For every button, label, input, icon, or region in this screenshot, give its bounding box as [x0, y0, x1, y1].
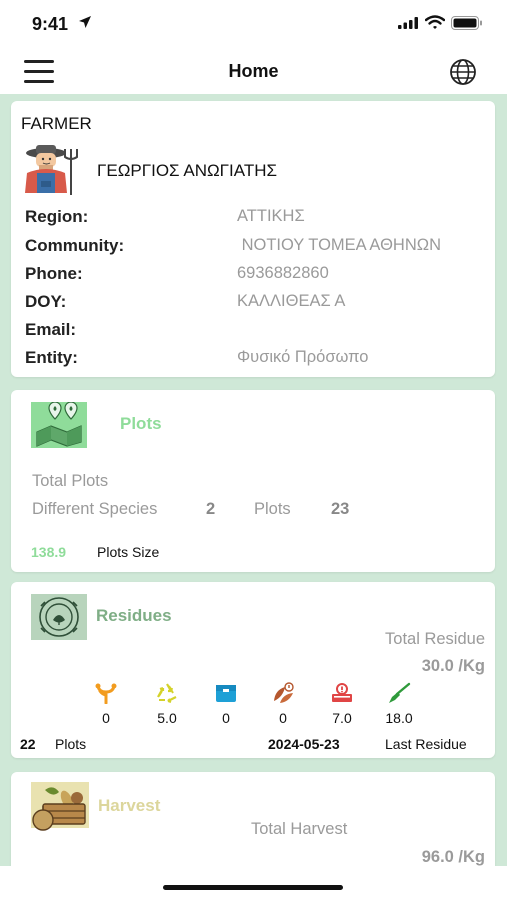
doy-label: DOY: — [25, 292, 67, 311]
battery-icon — [451, 16, 482, 30]
total-residue-label: Total Residue — [385, 630, 485, 648]
total-harvest-label: Total Harvest — [251, 820, 348, 838]
bottom-bar — [0, 866, 507, 900]
page-title: Home — [228, 61, 279, 81]
total-plots-label: Total Plots — [32, 472, 109, 490]
phone-row: Phone: 6936882860 — [25, 264, 485, 288]
entity-label: Entity: — [25, 348, 78, 367]
residue-value-leaves: 0 — [279, 710, 287, 726]
harvest-title: Harvest — [98, 796, 161, 815]
residue-value-recycle: 5.0 — [157, 710, 177, 726]
cellular-signal-icon — [398, 17, 418, 29]
plots-title: Plots — [120, 414, 162, 433]
region-row: Region: ΑΤΤΙΚΗΣ — [25, 207, 485, 231]
harvest-card[interactable]: Harvest Total Harvest 96.0 /Kg — [11, 772, 495, 866]
last-residue-date: 2024-05-23 — [268, 736, 340, 752]
total-residue-value: 30.0 /Kg — [421, 657, 485, 675]
last-residue-label: Last Residue — [385, 736, 467, 752]
phone-value: 6936882860 — [237, 264, 329, 282]
box-icon — [216, 685, 236, 702]
email-row: Email: — [25, 320, 485, 344]
residue-value-box: 0 — [222, 710, 230, 726]
farmer-name: ΓΕΩΡΓΙΟΣ ΑΝΩΓΙΑΤΗΣ — [97, 161, 278, 180]
different-species-value: 2 — [206, 500, 216, 518]
status-time: 9:41 — [32, 14, 69, 34]
community-row: Community: ΝΟΤΙΟΥ ΤΟΜΕΑ ΑΘΗΝΩΝ — [25, 236, 485, 260]
content-area: FARMER ΓΕΩΡΓΙΟΣ ΑΝΩΓΙΑΤΗΣ Region: ΑΤΤΙΚΗ… — [0, 94, 507, 866]
region-value: ΑΤΤΙΚΗΣ — [237, 207, 305, 225]
residue-value-crate: 7.0 — [332, 710, 352, 726]
globe-icon[interactable] — [449, 58, 477, 86]
crate-alert-icon — [332, 683, 352, 702]
different-species-label: Different Species — [32, 500, 158, 518]
plots-count-value: 23 — [331, 500, 350, 518]
doy-row: DOY: ΚΑΛΛΙΘΕΑΣ Α — [25, 292, 485, 316]
entity-row: Entity: Φυσικό Πρόσωπο — [25, 348, 485, 372]
harvest-basket-icon — [31, 782, 89, 831]
plots-card[interactable]: Plots Total Plots Different Species 2 Pl… — [11, 390, 495, 572]
residue-value-branch: 0 — [102, 710, 110, 726]
residues-cycle-icon — [31, 594, 87, 640]
plots-size-label: Plots Size — [97, 544, 160, 560]
wifi-icon — [425, 15, 445, 29]
region-label: Region: — [25, 207, 89, 226]
community-value: ΝΟΤΙΟΥ ΤΟΜΕΑ ΑΘΗΝΩΝ — [237, 236, 442, 254]
doy-value: ΚΑΛΛΙΘΕΑΣ Α — [237, 292, 346, 310]
plots-count-label: Plots — [254, 500, 291, 518]
recycle-icon — [157, 683, 177, 704]
community-label: Community: — [25, 236, 125, 255]
broom-icon — [389, 682, 411, 703]
entity-value: Φυσικό Πρόσωπο — [237, 348, 369, 366]
plots-map-icon — [31, 402, 87, 448]
branch-icon — [95, 683, 117, 704]
home-indicator[interactable] — [163, 885, 343, 890]
plots-size-value: 138.9 — [31, 544, 67, 560]
email-label: Email: — [25, 320, 77, 339]
leaves-warning-icon — [274, 682, 294, 703]
app-header: Home — [0, 48, 507, 94]
status-bar: 9:41 — [0, 0, 507, 48]
farmer-card: FARMER ΓΕΩΡΓΙΟΣ ΑΝΩΓΙΑΤΗΣ Region: ΑΤΤΙΚΗ… — [11, 101, 495, 377]
farmer-section-title: FARMER — [21, 114, 92, 133]
residue-plots-label: Plots — [55, 736, 87, 752]
total-harvest-value: 96.0 /Kg — [421, 848, 485, 866]
farmer-avatar-icon — [25, 145, 78, 195]
residue-plots-value: 22 — [20, 736, 36, 752]
residues-card[interactable]: Residues Total Residue 30.0 /Kg 0 5.0 0 … — [11, 582, 495, 758]
phone-label: Phone: — [25, 264, 83, 283]
residue-value-broom: 18.0 — [385, 710, 413, 726]
location-arrow-icon — [79, 16, 91, 28]
residues-title: Residues — [96, 606, 172, 625]
